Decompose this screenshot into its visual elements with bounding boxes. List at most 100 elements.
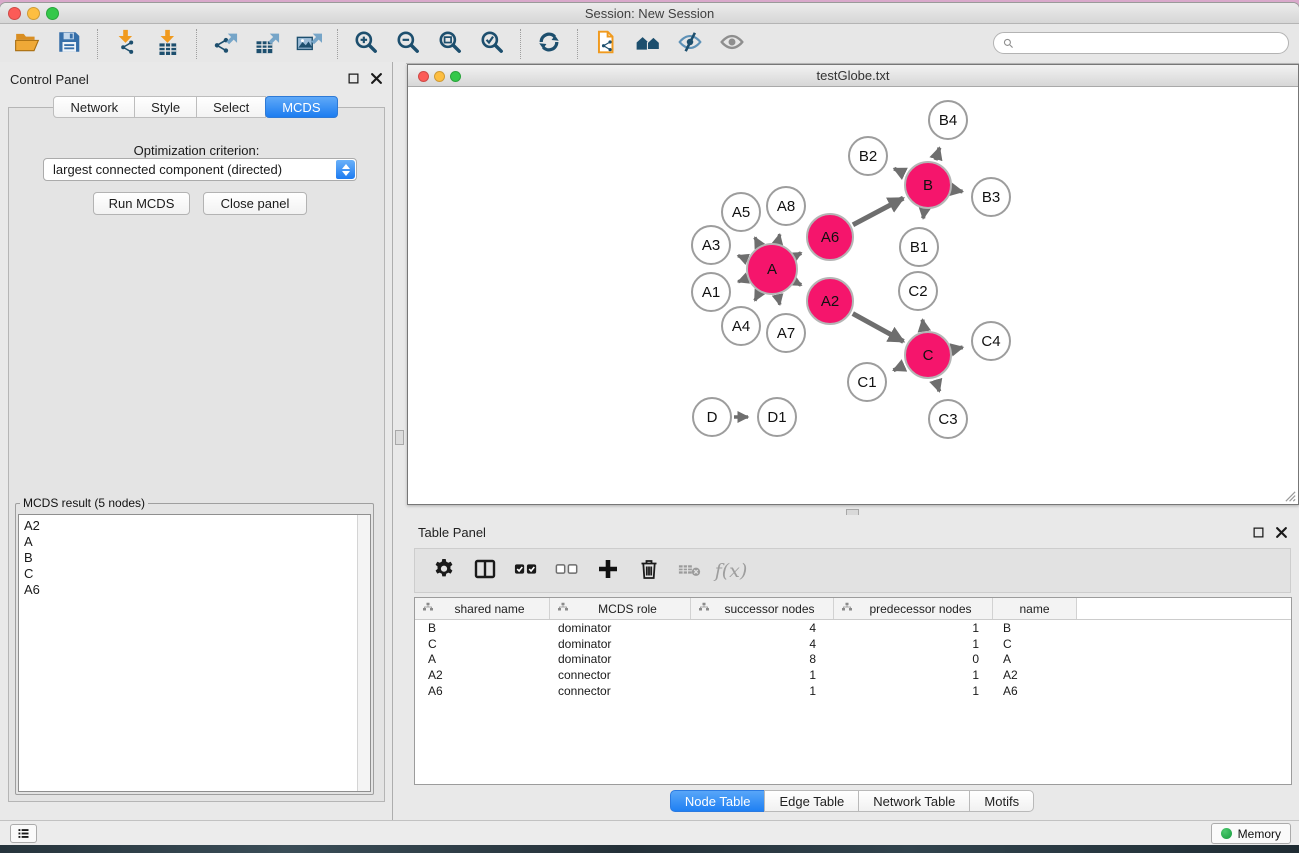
graph-node-C2[interactable]: C2 [898,271,938,311]
delete-column-button[interactable] [632,554,666,588]
export-image-button[interactable] [288,27,330,61]
export-table-button[interactable] [246,27,288,61]
result-list-item[interactable]: C [19,566,370,582]
hide-selected-eye-button[interactable] [669,27,711,61]
result-list-item[interactable]: A2 [19,515,370,534]
graph-node-A3[interactable]: A3 [691,225,731,265]
open-folder-button[interactable] [6,27,48,61]
network-canvas[interactable]: B4 B2 B B3 A5A8A6 B1 A3 A C2 A1 A2 A4A7 C4 C C1 C3 D D1 [408,87,1298,504]
graph-node-A2[interactable]: A2 [806,277,854,325]
cell-name: C [993,637,1077,651]
table-row[interactable]: Bdominator41B [415,620,1291,636]
control-panel-window-icons [346,71,384,86]
resize-grip-icon[interactable] [1284,490,1297,503]
graph-node-D1[interactable]: D1 [757,397,797,437]
result-list-item[interactable]: A [19,534,370,550]
import-table-button[interactable] [147,27,189,61]
column-header-label: predecessor nodes [853,602,988,616]
column-header-shared-name[interactable]: shared name [415,598,550,619]
tab-mcds[interactable]: MCDS [265,96,337,118]
table-row[interactable]: Adominator80A [415,651,1291,667]
graph-node-B2[interactable]: B2 [848,136,888,176]
graph-edge-A-A4 [755,294,759,301]
zoom-out-button[interactable] [387,27,429,61]
close-panel-icon[interactable] [369,71,384,86]
tab-style[interactable]: Style [134,96,197,118]
column-header-predecessor-nodes[interactable]: predecessor nodes [834,598,993,619]
graph-node-B1[interactable]: B1 [899,227,939,267]
graph-node-C[interactable]: C [904,331,952,379]
panel-splitter-handle[interactable] [395,430,404,445]
column-header-MCDS-role[interactable]: MCDS role [550,598,691,619]
table-row[interactable]: A2connector11A2 [415,667,1291,683]
neighbors-houses-button[interactable] [627,27,669,61]
graph-node-A6[interactable]: A6 [806,213,854,261]
graph-node-C3[interactable]: C3 [928,399,968,439]
result-list-item[interactable]: A6 [19,582,370,598]
column-header-name[interactable]: name [993,598,1077,619]
mcds-result-list[interactable]: A2ABCA6 [18,514,371,792]
graph-node-C1[interactable]: C1 [847,362,887,402]
memory-button[interactable]: Memory [1211,823,1291,844]
criterion-dropdown[interactable]: largest connected component (directed) [43,158,357,181]
tab-network[interactable]: Network [53,96,135,118]
network-from-document-button[interactable] [585,27,627,61]
graph-node-D[interactable]: D [692,397,732,437]
select-all-columns-button[interactable] [509,554,543,588]
close-panel-icon[interactable] [1274,525,1289,540]
graph-node-A7[interactable]: A7 [766,313,806,353]
window-zoom-button[interactable] [46,7,59,20]
graph-node-A[interactable]: A [746,243,798,295]
deselect-all-columns-button[interactable] [550,554,584,588]
export-table-icon [254,29,280,58]
table-panel-title: Table Panel [418,525,486,540]
network-minimize-button[interactable] [434,71,445,82]
zoom-fit-button[interactable] [429,27,471,61]
tab-node-table[interactable]: Node Table [670,790,766,812]
import-network-button[interactable] [105,27,147,61]
window-close-button[interactable] [8,7,21,20]
graph-node-B3[interactable]: B3 [971,177,1011,217]
tab-select[interactable]: Select [196,96,266,118]
graph-node-A4[interactable]: A4 [721,306,761,346]
zoom-in-button[interactable] [345,27,387,61]
save-session-button[interactable] [48,27,90,61]
zoom-selected-button[interactable] [471,27,513,61]
float-panel-icon[interactable] [1251,525,1266,540]
tab-edge-table[interactable]: Edge Table [764,790,859,812]
tab-network-table[interactable]: Network Table [858,790,970,812]
select-all-columns-icon [514,557,538,584]
save-session-icon [56,29,82,58]
add-column-button[interactable] [591,554,625,588]
right-area: testGlobe.txt B4B2BB3A5A8A6B1A3AC2A1A2A4… [406,62,1299,820]
window-minimize-button[interactable] [27,7,40,20]
table-header-row: shared nameMCDS rolesuccessor nodes prede… [415,598,1291,620]
result-list-scrollbar[interactable] [357,515,370,791]
tab-motifs[interactable]: Motifs [969,790,1034,812]
graph-node-B[interactable]: B [904,161,952,209]
network-zoom-button[interactable] [450,71,461,82]
table-row[interactable]: A6connector11A6 [415,683,1291,699]
graph-node-C4[interactable]: C4 [971,321,1011,361]
refresh-layout-button[interactable] [528,27,570,61]
search-box[interactable] [993,32,1289,54]
graph-node-A5[interactable]: A5 [721,192,761,232]
function-builder-icon: f(x) [715,560,748,582]
search-input[interactable] [1019,36,1280,50]
export-network-button[interactable] [204,27,246,61]
settings-gear-button[interactable] [427,554,461,588]
graph-node-A1[interactable]: A1 [691,272,731,312]
result-list-item[interactable]: B [19,550,370,566]
graph-node-A8[interactable]: A8 [766,186,806,226]
run-mcds-button[interactable]: Run MCDS [93,192,190,215]
function-builder-button: f(x) [714,554,748,588]
close-panel-button[interactable]: Close panel [203,192,307,215]
split-columns-button[interactable] [468,554,502,588]
graph-node-B4[interactable]: B4 [928,100,968,140]
cell-successor_nodes: 1 [691,684,834,698]
float-panel-icon[interactable] [346,71,361,86]
task-history-button[interactable] [10,824,37,843]
network-close-button[interactable] [418,71,429,82]
table-row[interactable]: Cdominator41C [415,636,1291,652]
column-header-successor-nodes[interactable]: successor nodes [691,598,834,619]
